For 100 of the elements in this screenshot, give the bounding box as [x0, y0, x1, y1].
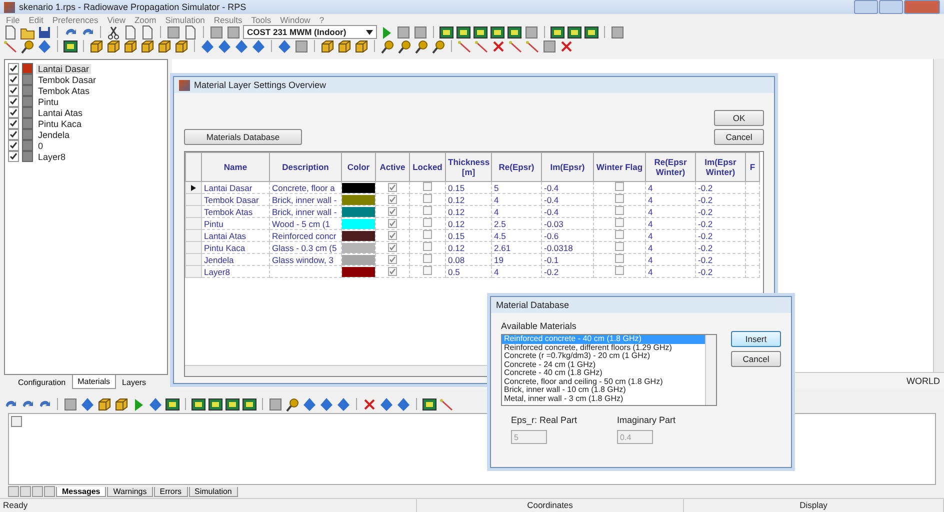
checkbox[interactable]: [615, 206, 624, 215]
doc-icon[interactable]: [183, 24, 198, 40]
checkbox[interactable]: [388, 254, 397, 264]
doc-icon[interactable]: [123, 24, 138, 40]
line-icon[interactable]: [474, 38, 489, 54]
checkbox[interactable]: [388, 182, 397, 192]
checkbox[interactable]: [388, 194, 397, 204]
scissors-icon[interactable]: [106, 24, 121, 40]
tree-item[interactable]: Tembok Atas: [36, 86, 92, 96]
gem-icon[interactable]: [217, 38, 232, 54]
tree-item[interactable]: Lantai Dasar: [36, 64, 92, 74]
cube-icon[interactable]: [123, 38, 138, 54]
checkbox[interactable]: [423, 266, 432, 275]
color-swatch[interactable]: [342, 254, 374, 264]
checkbox[interactable]: [8, 63, 19, 74]
list-item[interactable]: Brick, inner wall - 10 cm (1.8 GHz): [502, 386, 705, 394]
list-item[interactable]: Metal, inner wall - 3 cm (1.8 GHz): [502, 394, 705, 403]
magnifier-icon[interactable]: [285, 396, 300, 412]
cube-icon[interactable]: [97, 396, 112, 412]
square-icon[interactable]: [610, 24, 626, 40]
row-header[interactable]: [186, 182, 202, 194]
gem-icon[interactable]: [37, 38, 52, 54]
message-tab[interactable]: Errors: [154, 486, 188, 496]
panel-tab[interactable]: Materials: [72, 375, 116, 389]
cube-icon[interactable]: [174, 38, 189, 54]
cube-icon[interactable]: [157, 38, 172, 54]
panel-tab[interactable]: Layers: [116, 375, 152, 389]
checkbox[interactable]: [423, 194, 432, 203]
checkbox[interactable]: [423, 230, 432, 239]
message-tab[interactable]: Simulation: [188, 486, 238, 496]
checkbox[interactable]: [8, 129, 19, 140]
line-icon[interactable]: [3, 38, 18, 54]
checkbox[interactable]: [423, 254, 432, 263]
cube-icon[interactable]: [337, 38, 352, 54]
menu-item[interactable]: File: [6, 14, 20, 24]
line-icon[interactable]: [457, 38, 472, 54]
menu-item[interactable]: Edit: [28, 14, 44, 24]
menu-item[interactable]: ?: [319, 14, 324, 24]
checkbox[interactable]: [388, 218, 397, 228]
color-swatch[interactable]: [342, 242, 374, 252]
square-icon[interactable]: [268, 396, 283, 412]
menu-item[interactable]: Zoom: [134, 14, 156, 24]
checkbox[interactable]: [388, 230, 397, 240]
line-icon[interactable]: [439, 396, 454, 412]
checkbox[interactable]: [388, 266, 397, 276]
magnifier-icon[interactable]: [397, 38, 412, 54]
gem-icon[interactable]: [234, 38, 249, 54]
tree-item[interactable]: Jendela: [36, 130, 72, 140]
color-swatch[interactable]: [342, 194, 374, 204]
checkbox[interactable]: [615, 242, 624, 251]
doc-icon[interactable]: [3, 24, 18, 40]
menu-item[interactable]: Tools: [251, 14, 272, 24]
cube-icon[interactable]: [320, 38, 335, 54]
cube-icon[interactable]: [106, 38, 121, 54]
magnifier-icon[interactable]: [431, 38, 446, 54]
menu-item[interactable]: Preferences: [52, 14, 98, 24]
dialog-button[interactable]: Cancel: [731, 351, 781, 367]
tree-item[interactable]: Pintu Kaca: [36, 118, 84, 128]
cube-icon[interactable]: [354, 38, 369, 54]
checkbox[interactable]: [615, 266, 624, 275]
square-icon[interactable]: [209, 24, 224, 40]
panel-tab[interactable]: Configuration: [12, 375, 72, 389]
cross-icon[interactable]: [491, 38, 506, 54]
square-icon[interactable]: [294, 38, 309, 54]
menu-item[interactable]: View: [107, 14, 126, 24]
list-item[interactable]: Reinforced concrete, different floors (1.29 GHz): [502, 344, 705, 352]
checkbox[interactable]: [423, 206, 432, 215]
color-swatch[interactable]: [342, 182, 374, 192]
dialog-button[interactable]: Cancel: [714, 129, 764, 145]
color-swatch[interactable]: [342, 230, 374, 240]
menu-item[interactable]: Results: [214, 14, 242, 24]
checkbox[interactable]: [8, 74, 19, 85]
model-dropdown[interactable]: COST 231 MWM (Indoor): [243, 25, 378, 39]
magnifier-icon[interactable]: [20, 38, 35, 54]
cube-icon[interactable]: [89, 38, 104, 54]
doc-icon[interactable]: [140, 24, 155, 40]
color-swatch[interactable]: [342, 266, 374, 276]
checkbox[interactable]: [423, 242, 432, 251]
cross-icon[interactable]: [362, 396, 377, 412]
checkbox[interactable]: [615, 182, 624, 191]
square-icon[interactable]: [226, 24, 241, 40]
menu-item[interactable]: Window: [280, 14, 310, 24]
checkbox[interactable]: [388, 242, 397, 252]
checkbox[interactable]: [8, 118, 19, 129]
square-icon[interactable]: [413, 24, 428, 40]
tree-item[interactable]: Pintu: [36, 96, 61, 106]
checkbox[interactable]: [615, 230, 624, 239]
checkbox[interactable]: [615, 194, 624, 203]
square-icon[interactable]: [63, 396, 78, 412]
database-button[interactable]: Materials Database: [184, 129, 302, 145]
color-swatch[interactable]: [342, 206, 374, 216]
checkbox[interactable]: [8, 140, 19, 151]
floppy-icon[interactable]: [37, 24, 52, 40]
checkbox[interactable]: [8, 85, 19, 96]
checkbox[interactable]: [388, 206, 397, 216]
checkbox[interactable]: [615, 218, 624, 227]
color-swatch[interactable]: [342, 218, 374, 228]
dialog-button[interactable]: Insert: [731, 331, 781, 347]
menu-item[interactable]: Simulation: [165, 14, 205, 24]
message-tab[interactable]: Warnings: [107, 486, 153, 496]
